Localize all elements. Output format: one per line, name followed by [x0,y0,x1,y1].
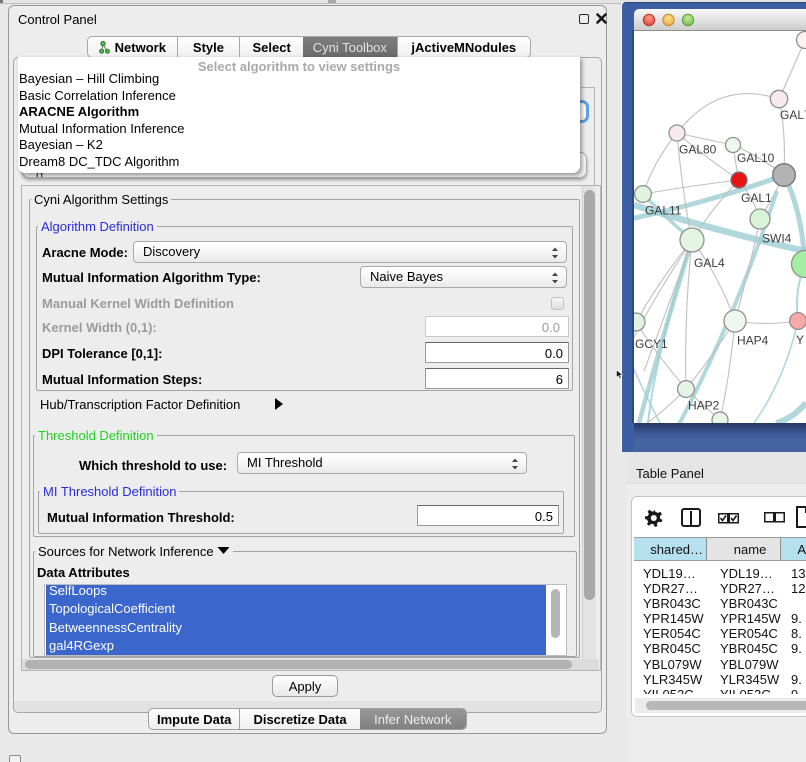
svg-text:GAL10: GAL10 [737,151,775,165]
svg-text:GAL11: GAL11 [645,204,682,218]
svg-text:GAL7: GAL7 [780,108,806,122]
svg-text:HAP4: HAP4 [737,334,769,348]
svg-text:GAL80: GAL80 [679,143,717,157]
svg-text:GCY1: GCY1 [635,337,668,351]
svg-text:GAL1: GAL1 [741,191,772,205]
svg-text:GAL4: GAL4 [694,256,725,270]
svg-text:SWI4: SWI4 [762,232,792,246]
svg-text:Y: Y [796,333,804,347]
svg-text:HAP2: HAP2 [688,399,720,413]
